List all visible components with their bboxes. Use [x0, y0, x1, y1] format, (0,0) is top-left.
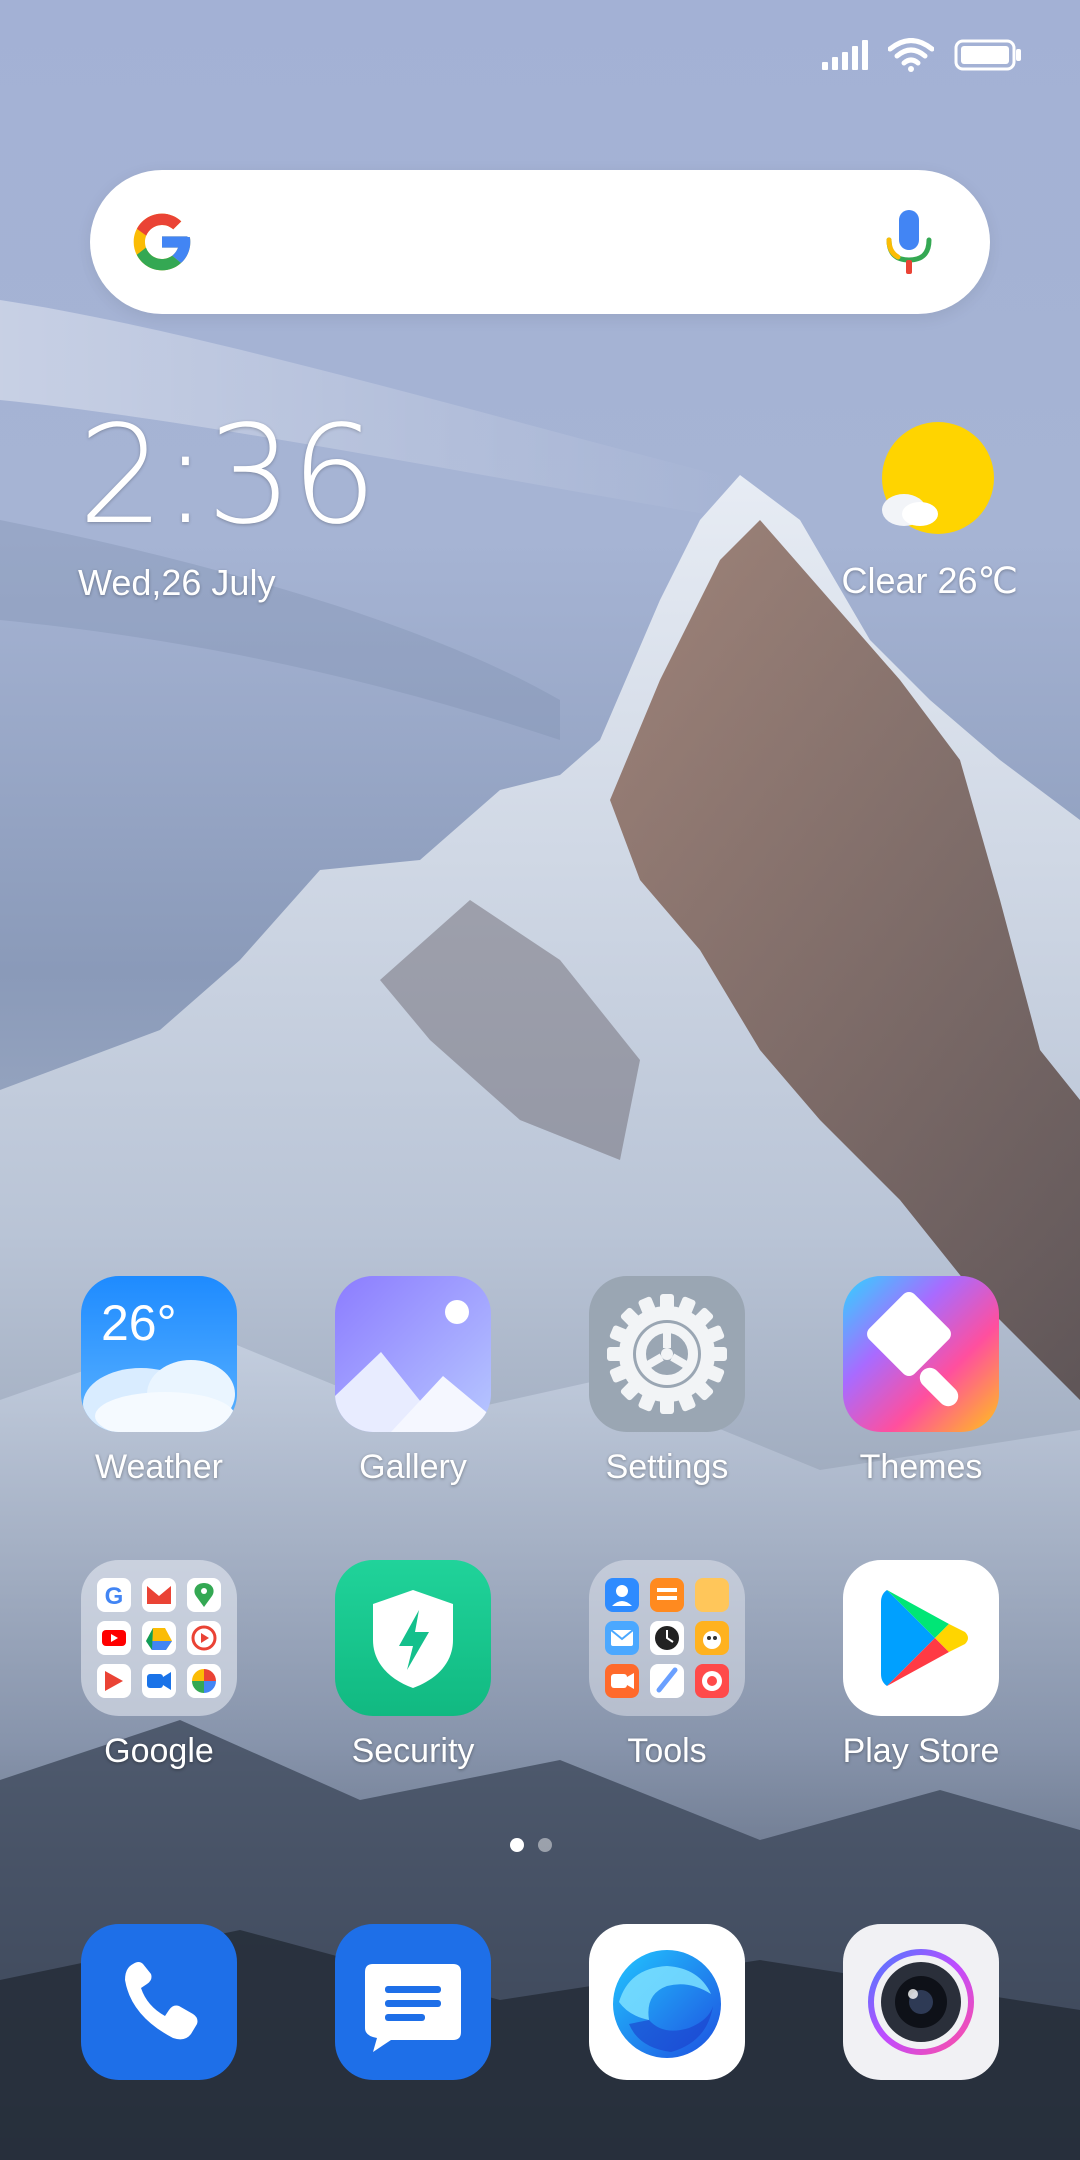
- weather-icon-temp: 26°: [101, 1295, 177, 1351]
- svg-text:G: G: [105, 1583, 124, 1610]
- app-label: Themes: [859, 1448, 983, 1486]
- phone-icon: [81, 1924, 237, 2080]
- clock-time: 2:36: [78, 397, 377, 555]
- app-label: Google: [104, 1732, 214, 1770]
- browser-icon: [589, 1924, 745, 2080]
- app-label: Gallery: [359, 1448, 467, 1486]
- wallpaper: [0, 0, 1080, 2160]
- app-themes[interactable]: Themes: [806, 1276, 1036, 1487]
- play-store-icon: [843, 1560, 999, 1716]
- cellular-signal-icon: [822, 40, 868, 70]
- app-weather[interactable]: 26° Weather: [44, 1276, 274, 1487]
- app-label: Security: [351, 1732, 475, 1770]
- themes-brush-icon: [843, 1276, 999, 1432]
- page-dot: [538, 1838, 552, 1852]
- app-label: Tools: [627, 1732, 707, 1770]
- app-label: Play Store: [842, 1732, 1000, 1770]
- weather-condition: Clear 26℃: [841, 560, 1018, 601]
- dock-phone[interactable]: [44, 1924, 274, 2080]
- page-indicator: [510, 1838, 552, 1852]
- app-play-store[interactable]: Play Store: [806, 1560, 1036, 1771]
- app-row: 26° Weather Gallery Settings Themes: [0, 1276, 1080, 1536]
- app-row: G Google Security Tools Play Store: [0, 1560, 1080, 1820]
- weather-widget[interactable]: Clear 26℃: [798, 420, 1018, 601]
- settings-gear-icon: [589, 1276, 745, 1432]
- weather-icon: 26°: [81, 1276, 237, 1432]
- dock-browser[interactable]: [552, 1924, 782, 2080]
- dock: [0, 1924, 1080, 2084]
- search-input[interactable]: [218, 200, 862, 286]
- app-label: Settings: [605, 1448, 729, 1486]
- dock-camera[interactable]: [806, 1924, 1036, 2080]
- google-g-icon: [133, 213, 191, 271]
- app-folder-google[interactable]: G Google: [44, 1560, 274, 1771]
- page-dot-active: [510, 1838, 524, 1852]
- clock-date: Wed,26 July: [78, 562, 276, 603]
- security-shield-icon: [335, 1560, 491, 1716]
- app-label: Weather: [95, 1448, 223, 1486]
- google-folder-icon: G: [81, 1560, 237, 1716]
- app-folder-tools[interactable]: Tools: [552, 1560, 782, 1771]
- app-security[interactable]: Security: [298, 1560, 528, 1771]
- app-settings[interactable]: Settings: [552, 1276, 782, 1487]
- messages-icon: [335, 1924, 491, 2080]
- tools-folder-icon: [589, 1560, 745, 1716]
- clock-widget[interactable]: 2:36 Wed,26 July: [78, 397, 377, 604]
- status-bar: [822, 30, 1022, 80]
- google-search-bar[interactable]: [90, 170, 990, 314]
- battery-icon: [954, 39, 1021, 71]
- app-gallery[interactable]: Gallery: [298, 1276, 528, 1487]
- camera-icon: [843, 1924, 999, 2080]
- wifi-icon: [888, 38, 934, 72]
- sun-cloud-icon: [882, 422, 994, 534]
- mic-icon[interactable]: [884, 210, 934, 276]
- dock-messages[interactable]: [298, 1924, 528, 2080]
- gallery-icon: [335, 1276, 491, 1432]
